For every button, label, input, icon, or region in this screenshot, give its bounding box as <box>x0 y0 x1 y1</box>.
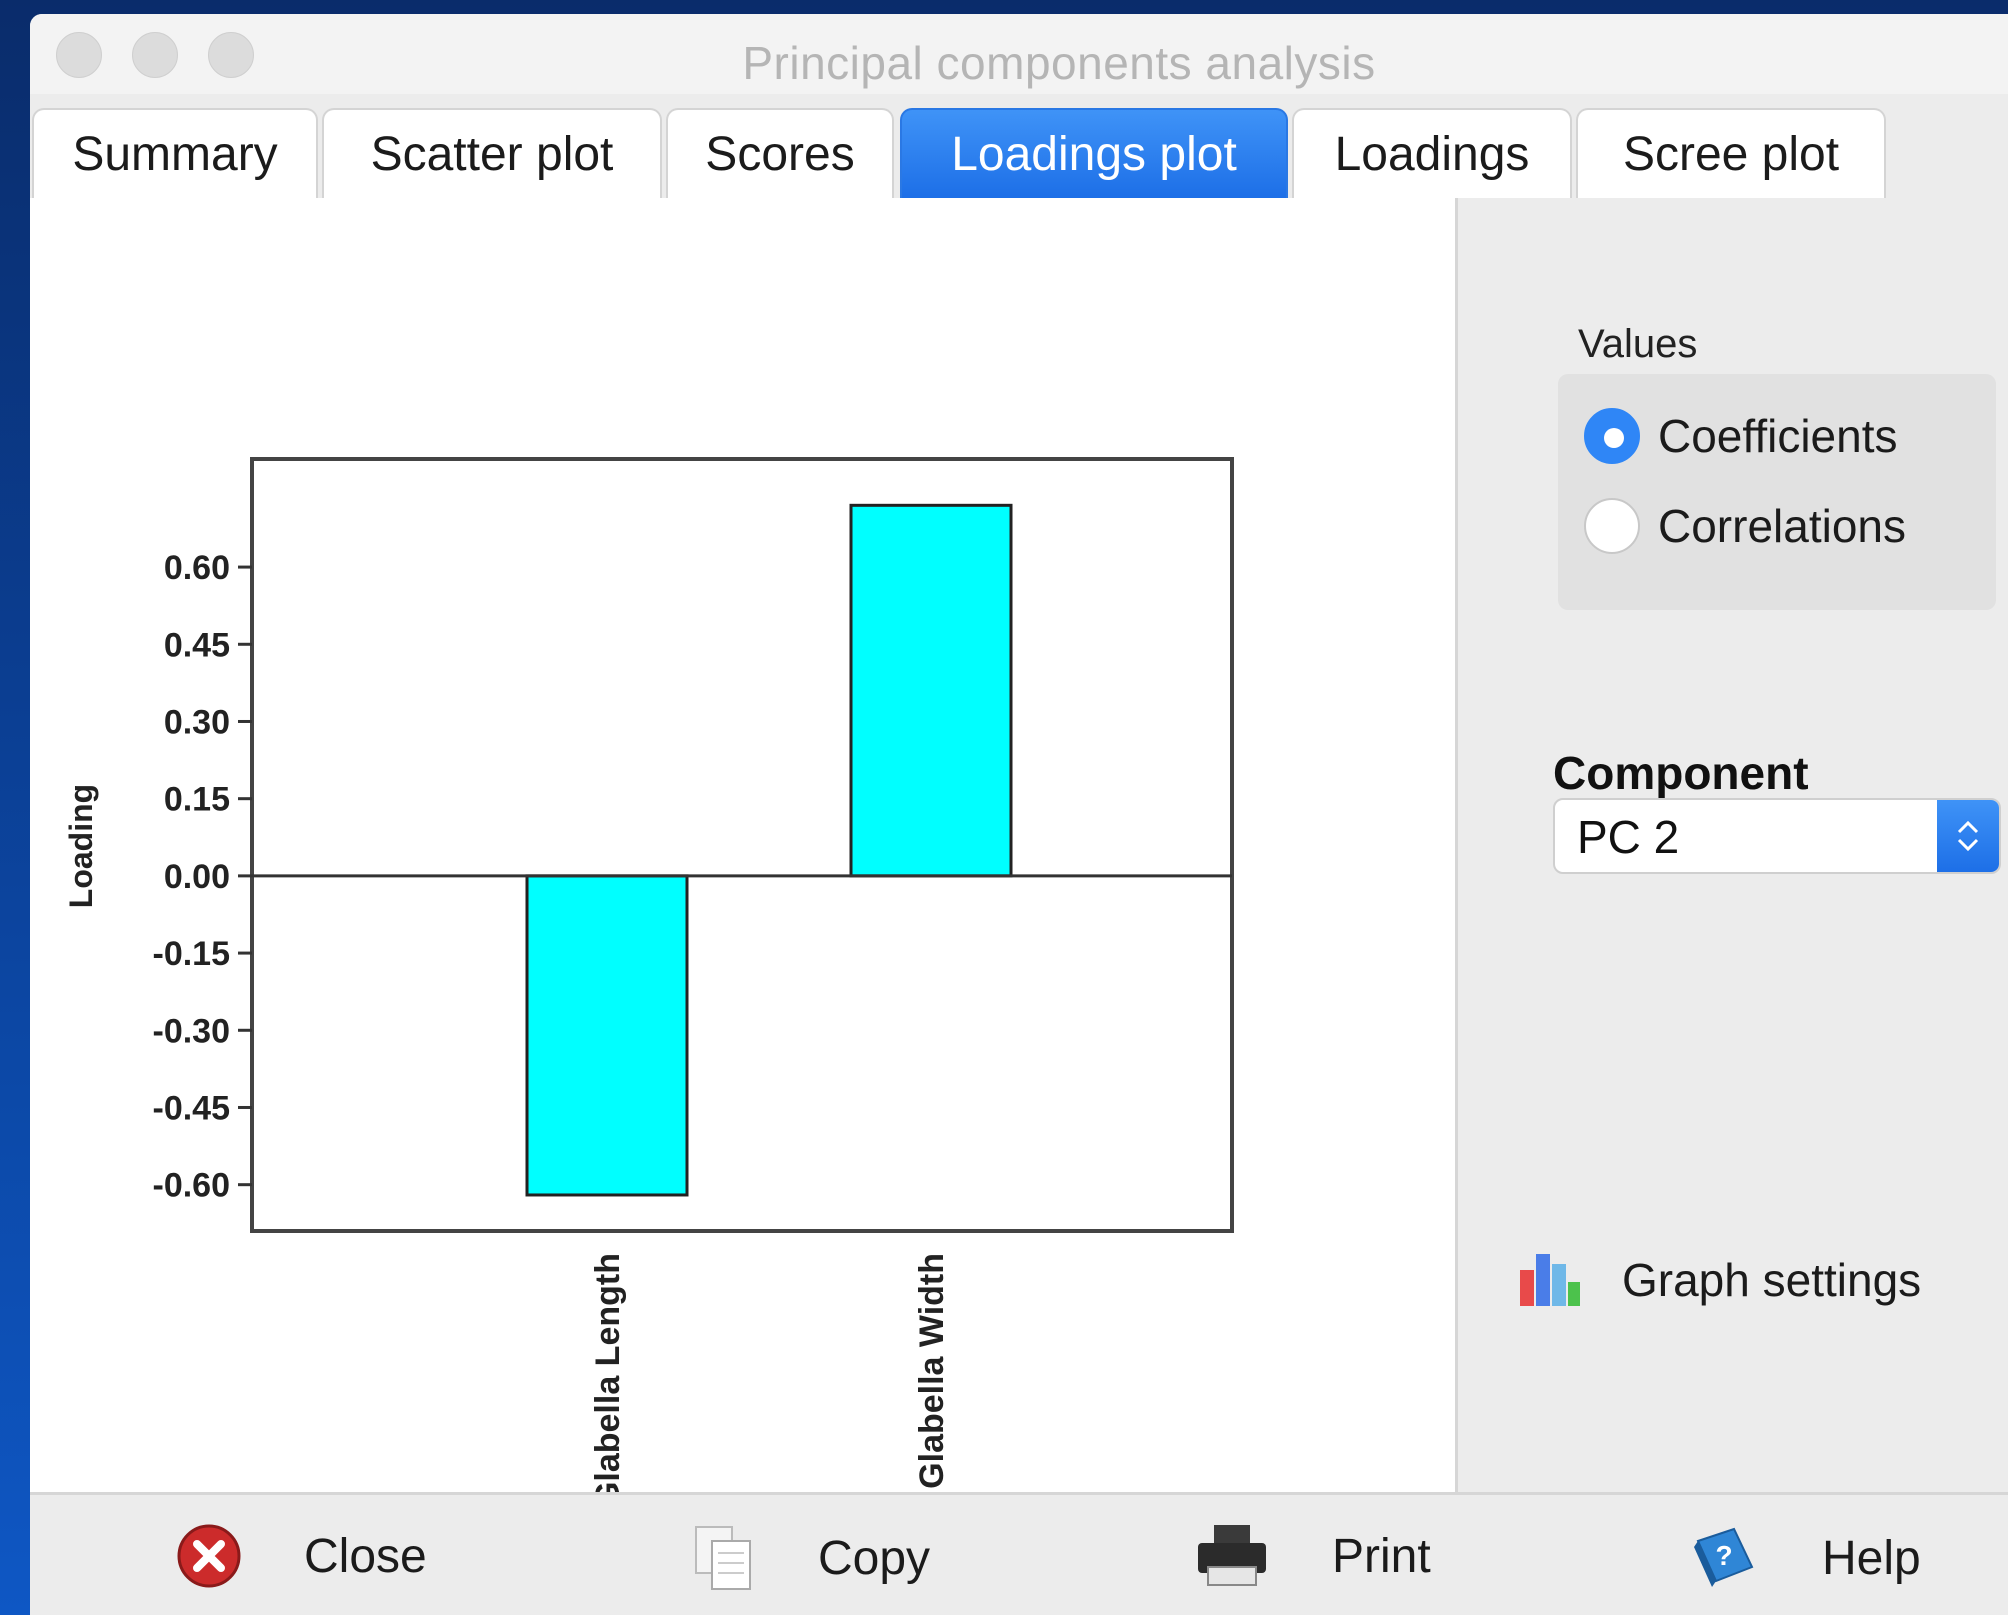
values-group-label: Values <box>1578 322 1698 366</box>
y-tick-label: -0.45 <box>153 1089 231 1127</box>
options-panel: Values Coefficients Correlations Compone… <box>1455 198 2008 1492</box>
tab-scree-plot[interactable]: Scree plot <box>1576 108 1886 198</box>
y-tick-label: 0.30 <box>164 703 230 741</box>
help-book-icon: ? <box>1694 1527 1754 1587</box>
graph-settings-label: Graph settings <box>1622 1254 1922 1306</box>
y-axis-label: Loading <box>63 784 99 908</box>
values-radio-group: Coefficients Correlations <box>1558 374 1996 610</box>
copy-icon <box>695 1526 751 1590</box>
tab-loadings[interactable]: Loadings <box>1292 108 1572 198</box>
radio-correlations-label: Correlations <box>1658 500 1906 552</box>
x-category-label: Glabella Width <box>913 1253 951 1489</box>
y-tick-label: 0.15 <box>164 781 230 819</box>
bar <box>525 874 689 1197</box>
y-tick-label: 0.45 <box>164 626 230 664</box>
y-tick-label: 0.60 <box>164 549 230 587</box>
tab-scatter-plot[interactable]: Scatter plot <box>322 108 662 198</box>
help-button[interactable]: ? Help <box>1690 1523 1921 1593</box>
title-bar: Principal components analysis <box>30 14 2008 94</box>
svg-text:?: ? <box>1715 1540 1732 1571</box>
copy-button-label: Copy <box>818 1531 931 1585</box>
y-tick-label: -0.30 <box>153 1012 231 1050</box>
y-tick-label: 0.00 <box>164 858 230 896</box>
graph-settings-button[interactable]: Graph settings <box>1518 1252 1921 1308</box>
plot-frame <box>250 457 1234 1233</box>
plot-area: 0.60 0.45 0.30 0.15 0.00 -0.15 -0.30 -0.45 -0.60… <box>30 198 1455 1508</box>
print-button-label: Print <box>1332 1529 1431 1583</box>
tab-scores[interactable]: Scores <box>666 108 894 198</box>
tab-bar: Summary Scatter plot Scores Loadings plo… <box>30 94 2008 198</box>
help-button-label: Help <box>1822 1531 1921 1585</box>
radio-coefficients[interactable] <box>1584 408 1640 464</box>
close-icon <box>177 1524 241 1588</box>
radio-correlations-row[interactable]: Correlations <box>1584 498 1906 554</box>
y-tick-label: -0.15 <box>153 935 231 973</box>
radio-coefficients-label: Coefficients <box>1658 410 1898 462</box>
component-label: Component <box>1553 747 1809 799</box>
bar-chart-icon <box>1520 1254 1580 1306</box>
copy-button[interactable]: Copy <box>690 1523 930 1593</box>
close-button-label: Close <box>304 1529 427 1583</box>
tab-summary[interactable]: Summary <box>32 108 318 198</box>
window-title: Principal components analysis <box>742 37 1376 89</box>
print-button[interactable]: Print <box>1194 1523 1431 1589</box>
component-select-value: PC 2 <box>1577 811 1680 863</box>
tab-loadings-plot[interactable]: Loadings plot <box>900 108 1288 198</box>
pca-window: Principal components analysis Summary Sc… <box>30 14 2008 1615</box>
y-tick-label: -0.60 <box>153 1167 231 1205</box>
loadings-bar-chart: 0.60 0.45 0.30 0.15 0.00 -0.15 -0.30 -0.45 -0.60… <box>63 457 1234 1508</box>
chevron-updown-icon[interactable] <box>1937 800 1999 872</box>
component-select[interactable]: PC 2 <box>1553 798 2001 874</box>
radio-coefficients-row[interactable]: Coefficients <box>1584 408 1898 464</box>
close-button[interactable]: Close <box>176 1523 427 1589</box>
bottom-button-bar: Close Copy Print ? Help <box>30 1492 2008 1615</box>
x-category-label: Glabella Length <box>589 1253 627 1492</box>
bar <box>849 503 1013 878</box>
radio-correlations[interactable] <box>1584 498 1640 554</box>
printer-icon <box>1198 1525 1266 1586</box>
